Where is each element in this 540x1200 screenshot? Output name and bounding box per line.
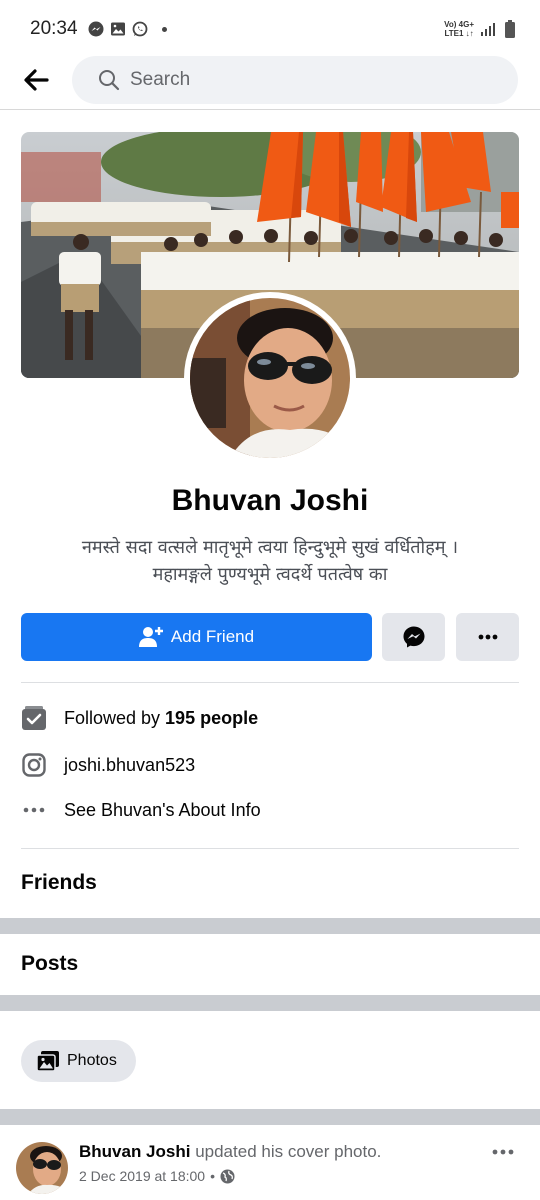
followers-prefix: Followed by: [64, 707, 161, 728]
more-options-button[interactable]: [456, 613, 519, 661]
bio-line-1: नमस्ते सदा वत्सले मातृभूमे त्वया हिन्दुभ…: [81, 537, 459, 558]
profile-name: Bhuvan Joshi: [171, 484, 369, 517]
globe-icon: [220, 1169, 235, 1183]
post-author-avatar[interactable]: [16, 1142, 68, 1194]
post-author-name[interactable]: Bhuvan Joshi: [79, 1142, 190, 1161]
post-meta: 2 Dec 2019 at 18:00 •: [79, 1168, 235, 1184]
more-notifications-dot: [161, 26, 167, 32]
friends-section-title[interactable]: Friends: [21, 871, 97, 895]
notification-icons: [88, 21, 167, 37]
divider: [21, 848, 519, 849]
about-info-link: See Bhuvan's About Info: [64, 799, 261, 820]
profile-bio: नमस्ते सदा वत्सले मातृभूमे त्वया हिन्दुभ…: [40, 534, 500, 588]
photos-button[interactable]: Photos: [21, 1040, 136, 1082]
instagram-row[interactable]: joshi.bhuvan523: [21, 751, 519, 779]
section-separator: [0, 918, 540, 934]
signal-icon: [480, 21, 496, 37]
about-info-row[interactable]: See Bhuvan's About Info: [21, 796, 519, 824]
back-button[interactable]: [0, 50, 72, 110]
gallery-notification-icon: [110, 21, 126, 37]
network-line-1: Vo) 4G+: [444, 20, 474, 29]
network-line-2: LTE1 ↓↑: [444, 29, 474, 38]
search-placeholder: Search: [130, 68, 191, 90]
section-separator: [0, 1109, 540, 1125]
more-dots-icon: [492, 1149, 514, 1155]
instagram-icon: [21, 752, 47, 778]
battery-icon: [502, 20, 518, 38]
photos-label: Photos: [67, 1052, 117, 1069]
followers-row[interactable]: Followed by 195 people: [21, 704, 519, 732]
search-input[interactable]: Search: [72, 55, 518, 104]
status-time: 20:34: [30, 18, 78, 39]
section-separator: [0, 995, 540, 1011]
profile-avatar[interactable]: [184, 292, 356, 464]
add-friend-button[interactable]: Add Friend: [21, 613, 372, 661]
instagram-handle: joshi.bhuvan523: [64, 754, 196, 775]
post-options-button[interactable]: [486, 1140, 520, 1164]
messenger-notification-icon: [88, 21, 104, 37]
messenger-icon: [403, 626, 424, 648]
more-dots-icon: [21, 797, 47, 823]
top-bar: Search: [0, 50, 540, 110]
followers-count: 195 people: [165, 707, 259, 728]
photos-icon: [37, 1051, 59, 1071]
post-action-text: updated his cover photo.: [190, 1142, 382, 1161]
whatsapp-notification-icon: [132, 21, 148, 37]
followers-icon: [21, 705, 47, 731]
arrow-left-icon: [24, 68, 49, 91]
divider: [21, 682, 519, 683]
add-friend-label: Add Friend: [170, 627, 255, 646]
post-date[interactable]: 2 Dec 2019 at 18:00: [79, 1168, 205, 1184]
person-add-icon: [138, 627, 163, 647]
search-icon: [99, 69, 120, 90]
post-title: Bhuvan Joshi updated his cover photo.: [79, 1142, 381, 1162]
system-status: Vo) 4G+ LTE1 ↓↑: [444, 20, 518, 38]
network-type: Vo) 4G+ LTE1 ↓↑: [444, 20, 474, 38]
more-dots-icon: [478, 634, 497, 640]
posts-section-title: Posts: [21, 952, 79, 975]
bio-line-2: महामङ्गले पुण्यभूमे त्वदर्थे पतत्वेष का: [152, 564, 388, 585]
meta-separator: •: [210, 1168, 216, 1184]
message-button[interactable]: [382, 613, 445, 661]
